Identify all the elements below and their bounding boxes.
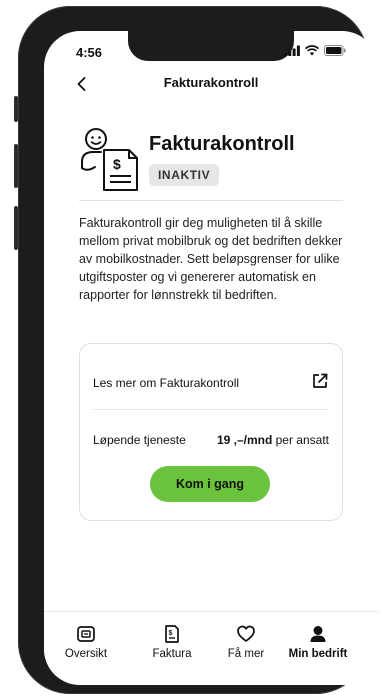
tab-fa-mer[interactable]: Få mer bbox=[211, 624, 281, 660]
person-icon bbox=[310, 626, 326, 642]
header-title: Fakturakontroll bbox=[163, 75, 259, 90]
tab-min-bedrift[interactable]: Min bedrift bbox=[280, 624, 356, 660]
signal-icon bbox=[284, 45, 300, 56]
info-card: Les mer om Fakturakontroll Løpende tjene… bbox=[79, 343, 343, 521]
wifi-icon bbox=[305, 45, 319, 56]
tab-oversikt[interactable]: Oversikt bbox=[51, 624, 121, 660]
svg-text:$: $ bbox=[113, 156, 121, 172]
tab-label: Oversikt bbox=[64, 648, 108, 660]
battery-icon bbox=[324, 45, 346, 56]
tab-bar: Oversikt $ Faktura Få mer Min bedrift bbox=[44, 611, 378, 685]
price-amount: 19 ,–/mnd bbox=[216, 433, 273, 447]
read-more-link[interactable]: Les mer om Fakturakontroll bbox=[93, 376, 239, 390]
feature-title: Fakturakontroll bbox=[149, 133, 295, 155]
card-divider bbox=[93, 409, 329, 410]
status-time: 4:56 bbox=[76, 45, 103, 60]
heart-icon bbox=[237, 625, 255, 642]
service-price: 19 ,–/mnd per ansatt bbox=[217, 433, 329, 447]
overview-icon bbox=[77, 626, 95, 642]
tab-label: Få mer bbox=[227, 648, 265, 660]
svg-text:$: $ bbox=[169, 630, 173, 637]
phone-screen: 4:56 Fakturakontroll $ Fakturakontroll I… bbox=[44, 31, 378, 685]
status-badge: INAKTIV bbox=[149, 164, 220, 186]
external-link-icon[interactable] bbox=[311, 372, 329, 390]
tab-label: Faktura bbox=[152, 648, 192, 660]
divider bbox=[79, 200, 343, 201]
price-suffix: per ansatt bbox=[272, 433, 329, 447]
invoice-icon: $ bbox=[165, 625, 179, 643]
feature-description: Fakturakontroll gir deg muligheten til å… bbox=[79, 216, 343, 302]
tab-faktura[interactable]: $ Faktura bbox=[137, 624, 207, 660]
get-started-button[interactable]: Kom i gang bbox=[150, 466, 270, 502]
tab-label: Min bedrift bbox=[288, 648, 348, 660]
phone-frame: 4:56 Fakturakontroll $ Fakturakontroll I… bbox=[18, 6, 378, 694]
status-icons bbox=[284, 45, 346, 56]
service-label: Løpende tjeneste bbox=[93, 433, 186, 447]
invoice-person-icon: $ bbox=[81, 128, 138, 191]
notch bbox=[128, 31, 294, 61]
